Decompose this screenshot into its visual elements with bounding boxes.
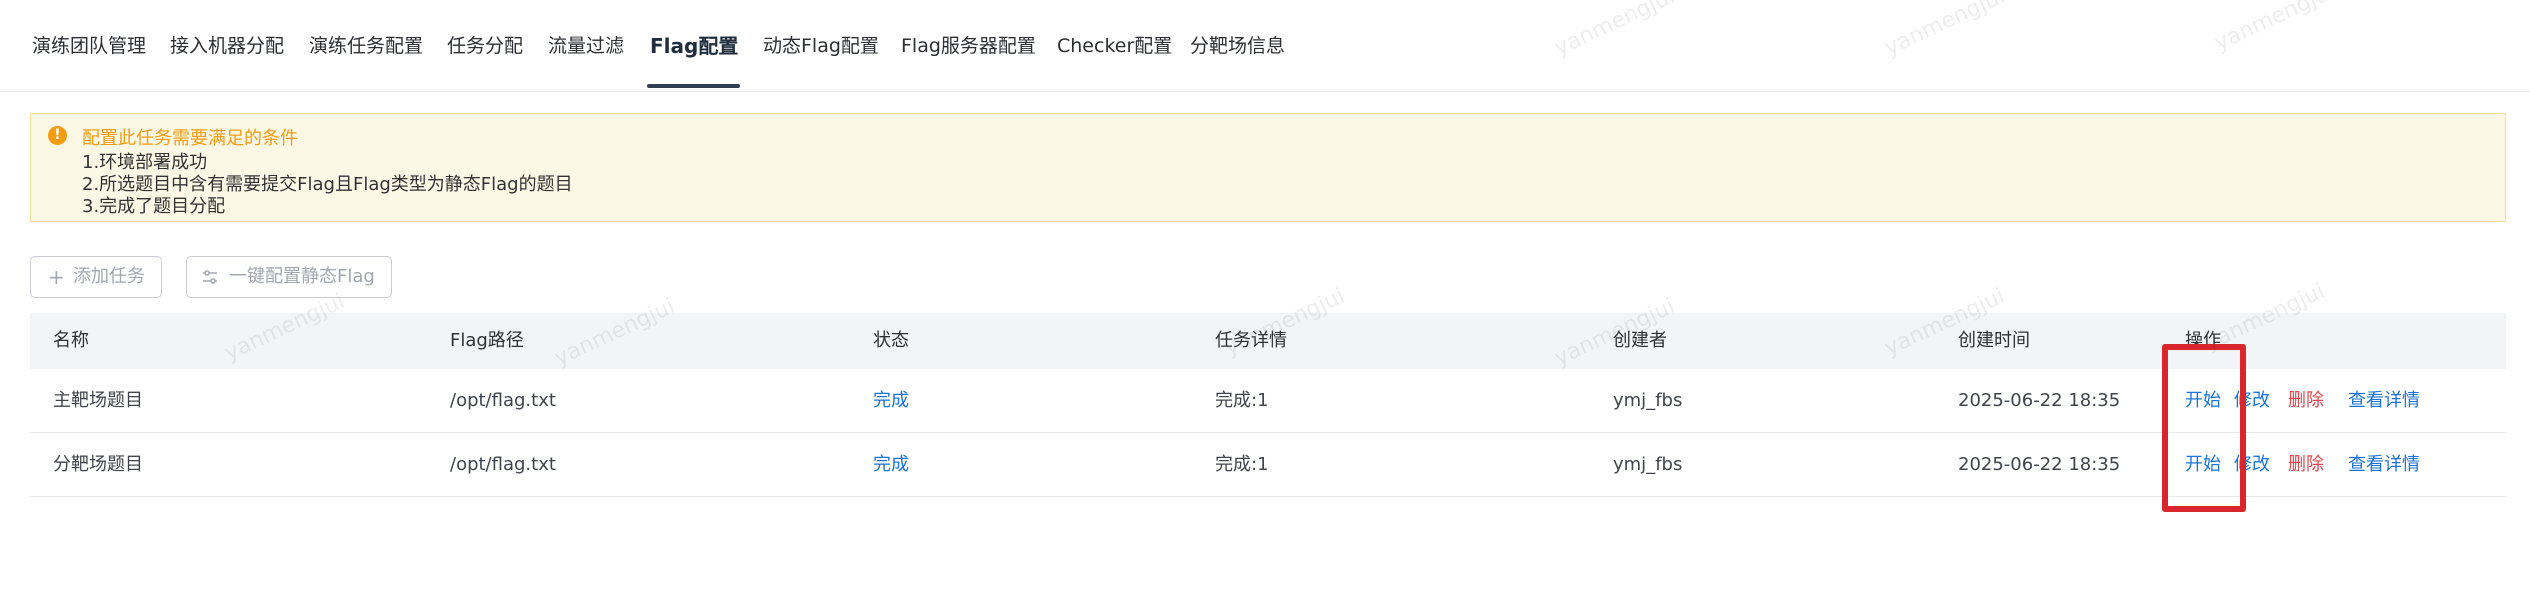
cell-flag-path: /opt/flag.txt (450, 454, 556, 475)
column-header-flag-path[interactable]: Flag路径 (450, 313, 524, 369)
alert-line: 3.完成了题目分配 (82, 196, 226, 217)
view-details-button[interactable]: 查看详情 (2348, 433, 2420, 497)
delete-button[interactable]: 删除 (2288, 369, 2324, 433)
view-details-button[interactable]: 查看详情 (2348, 369, 2420, 433)
tab-flag-server-config[interactable]: Flag服务器配置 (901, 0, 1036, 92)
status-link[interactable]: 完成 (873, 433, 909, 497)
cell-task-detail: 完成:1 (1215, 454, 1269, 475)
column-header-task-detail[interactable]: 任务详情 (1215, 313, 1287, 369)
cell-creator: ymj_fbs (1613, 454, 1683, 475)
column-header-creator[interactable]: 创建者 (1613, 313, 1667, 369)
cell-created-at: 2025-06-22 18:35 (1958, 390, 2121, 411)
sliders-icon (201, 257, 219, 312)
tab-machine-assignment[interactable]: 接入机器分配 (170, 0, 284, 92)
delete-button[interactable]: 删除 (2288, 433, 2324, 497)
one-click-static-flag-button[interactable]: 一键配置静态Flag (186, 256, 392, 298)
top-tab-bar: 演练团队管理 接入机器分配 演练任务配置 任务分配 流量过滤 Flag配置 动态… (0, 0, 2530, 92)
add-task-button[interactable]: + 添加任务 (30, 256, 162, 298)
status-link[interactable]: 完成 (873, 369, 909, 433)
cell-created-at: 2025-06-22 18:35 (1958, 454, 2121, 475)
table-row: 主靶场题目 /opt/flag.txt 完成 完成:1 ymj_fbs 2025… (30, 369, 2506, 433)
one-click-static-flag-label: 一键配置静态Flag (229, 266, 375, 287)
tab-task-assignment[interactable]: 任务分配 (447, 0, 523, 92)
tab-sub-range-info[interactable]: 分靶场信息 (1190, 0, 1285, 92)
tab-flag-config[interactable]: Flag配置 (650, 0, 738, 92)
active-tab-indicator (647, 84, 740, 88)
warning-icon: ! (48, 126, 67, 145)
column-header-status[interactable]: 状态 (873, 313, 909, 369)
start-column-highlight-box (2162, 344, 2246, 512)
cell-name: 主靶场题目 (53, 390, 143, 411)
plus-icon: + (48, 265, 65, 289)
tab-task-config[interactable]: 演练任务配置 (309, 0, 423, 92)
tab-dynamic-flag-config[interactable]: 动态Flag配置 (763, 0, 879, 92)
cell-task-detail: 完成:1 (1215, 390, 1269, 411)
tab-team-management[interactable]: 演练团队管理 (32, 0, 146, 92)
requirements-alert: ! 配置此任务需要满足的条件 1.环境部署成功 2.所选题目中含有需要提交Fla… (30, 113, 2506, 222)
tab-checker-config[interactable]: Checker配置 (1057, 0, 1172, 92)
alert-title: 配置此任务需要满足的条件 (82, 128, 298, 149)
table-header: 名称 Flag路径 状态 任务详情 创建者 创建时间 操作 (30, 313, 2506, 369)
cell-name: 分靶场题目 (53, 454, 143, 475)
add-task-label: 添加任务 (73, 266, 145, 287)
column-header-created-at[interactable]: 创建时间 (1958, 313, 2030, 369)
column-header-name[interactable]: 名称 (53, 313, 89, 369)
cell-creator: ymj_fbs (1613, 390, 1683, 411)
table-row: 分靶场题目 /opt/flag.txt 完成 完成:1 ymj_fbs 2025… (30, 433, 2506, 497)
cell-flag-path: /opt/flag.txt (450, 390, 556, 411)
tab-traffic-filter[interactable]: 流量过滤 (548, 0, 624, 92)
